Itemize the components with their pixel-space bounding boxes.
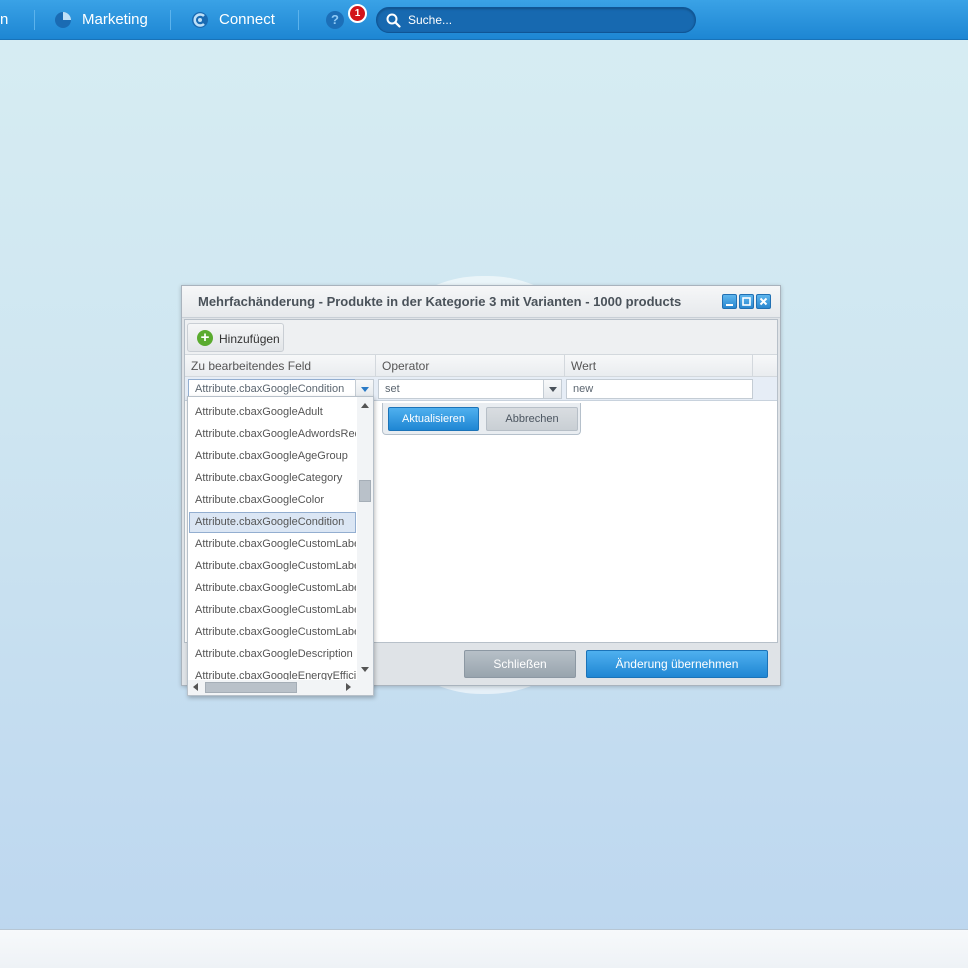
grid-toolbar: + Hinzufügen <box>185 320 777 355</box>
dropdown-item[interactable]: Attribute.cbaxGoogleAdult <box>189 402 356 423</box>
dropdown-items: Attribute.cbaxGoogleAdult Attribute.cbaxG… <box>188 402 357 682</box>
dropdown-item[interactable]: Attribute.cbaxGoogleAgeGroup <box>189 446 356 467</box>
dropdown-item[interactable]: Attribute.cbaxGoogleCategory <box>189 468 356 489</box>
update-button[interactable]: Aktualisieren <box>388 407 479 431</box>
dropdown-item[interactable]: Attribute.cbaxGoogleCustomLabel1 <box>189 556 356 577</box>
minimize-icon <box>726 304 733 306</box>
nav-separator <box>34 10 35 30</box>
maximize-icon <box>742 297 751 306</box>
scroll-down-icon[interactable] <box>361 667 369 672</box>
dropdown-item[interactable]: Attribute.cbaxGoogleCustomLabel0 <box>189 534 356 555</box>
column-header-field[interactable]: Zu bearbeitendes Feld <box>185 355 376 377</box>
operator-dropdown-trigger[interactable] <box>543 379 562 399</box>
close-icon <box>759 297 768 306</box>
pie-chart-icon <box>55 12 71 28</box>
scroll-right-icon[interactable] <box>346 683 351 691</box>
cancel-button[interactable]: Abbrechen <box>486 407 578 431</box>
vertical-scrollbar[interactable] <box>357 397 373 682</box>
row-editor-buttons: Aktualisieren Abbrechen <box>382 403 581 435</box>
nav-item-marketing-label: Marketing <box>82 11 148 28</box>
add-icon: + <box>197 330 213 346</box>
window-titlebar[interactable]: Mehrfachänderung - Produkte in der Kateg… <box>182 286 780 318</box>
horizontal-scrollbar[interactable] <box>188 680 373 695</box>
column-header-operator[interactable]: Operator <box>376 355 565 377</box>
notification-badge[interactable]: 1 <box>348 4 367 23</box>
apply-changes-button[interactable]: Änderung übernehmen <box>586 650 768 678</box>
scroll-up-icon[interactable] <box>361 403 369 408</box>
nav-separator <box>298 10 299 30</box>
nav-item-connect-label: Connect <box>219 11 275 28</box>
dropdown-item[interactable]: Attribute.cbaxGoogleDescription <box>189 644 356 665</box>
close-window-button[interactable] <box>756 294 771 309</box>
dropdown-item[interactable]: Attribute.cbaxGoogleCondition <box>189 512 356 533</box>
field-dropdown-list: Attribute.cbaxGoogleAdult Attribute.cbaxG… <box>187 396 374 696</box>
add-button[interactable]: + Hinzufügen <box>187 323 284 352</box>
grid-header: Zu bearbeitendes Feld Operator Wert <box>185 355 777 377</box>
top-navigation-bar: n Marketing Connect ? 1 Suche... <box>0 0 968 40</box>
help-icon[interactable]: ? <box>326 11 344 29</box>
bottom-bar <box>0 929 968 968</box>
nav-item-partial[interactable]: n <box>0 11 8 29</box>
connect-icon <box>192 12 208 28</box>
value-field[interactable]: new <box>566 379 753 399</box>
maximize-button[interactable] <box>739 294 754 309</box>
search-placeholder: Suche... <box>408 13 453 27</box>
column-header-value[interactable]: Wert <box>565 355 753 377</box>
minimize-button[interactable] <box>722 294 737 309</box>
scrollbar-thumb[interactable] <box>359 480 371 502</box>
window-title: Mehrfachänderung - Produkte in der Kateg… <box>198 294 682 309</box>
search-icon <box>386 13 401 28</box>
dropdown-item[interactable]: Attribute.cbaxGoogleAdwordsRedirect <box>189 424 356 445</box>
dropdown-item[interactable]: Attribute.cbaxGoogleCustomLabel3 <box>189 600 356 621</box>
dropdown-item[interactable]: Attribute.cbaxGoogleCustomLabel4 <box>189 622 356 643</box>
search-input[interactable]: Suche... <box>376 7 696 33</box>
add-button-label: Hinzufügen <box>219 332 280 346</box>
dropdown-item[interactable]: Attribute.cbaxGoogleColor <box>189 490 356 511</box>
scroll-left-icon[interactable] <box>193 683 198 691</box>
operator-combobox[interactable]: set <box>378 379 545 399</box>
dropdown-item[interactable]: Attribute.cbaxGoogleCustomLabel2 <box>189 578 356 599</box>
scrollbar-thumb[interactable] <box>205 682 297 693</box>
nav-separator <box>170 10 171 30</box>
close-button[interactable]: Schließen <box>464 650 576 678</box>
